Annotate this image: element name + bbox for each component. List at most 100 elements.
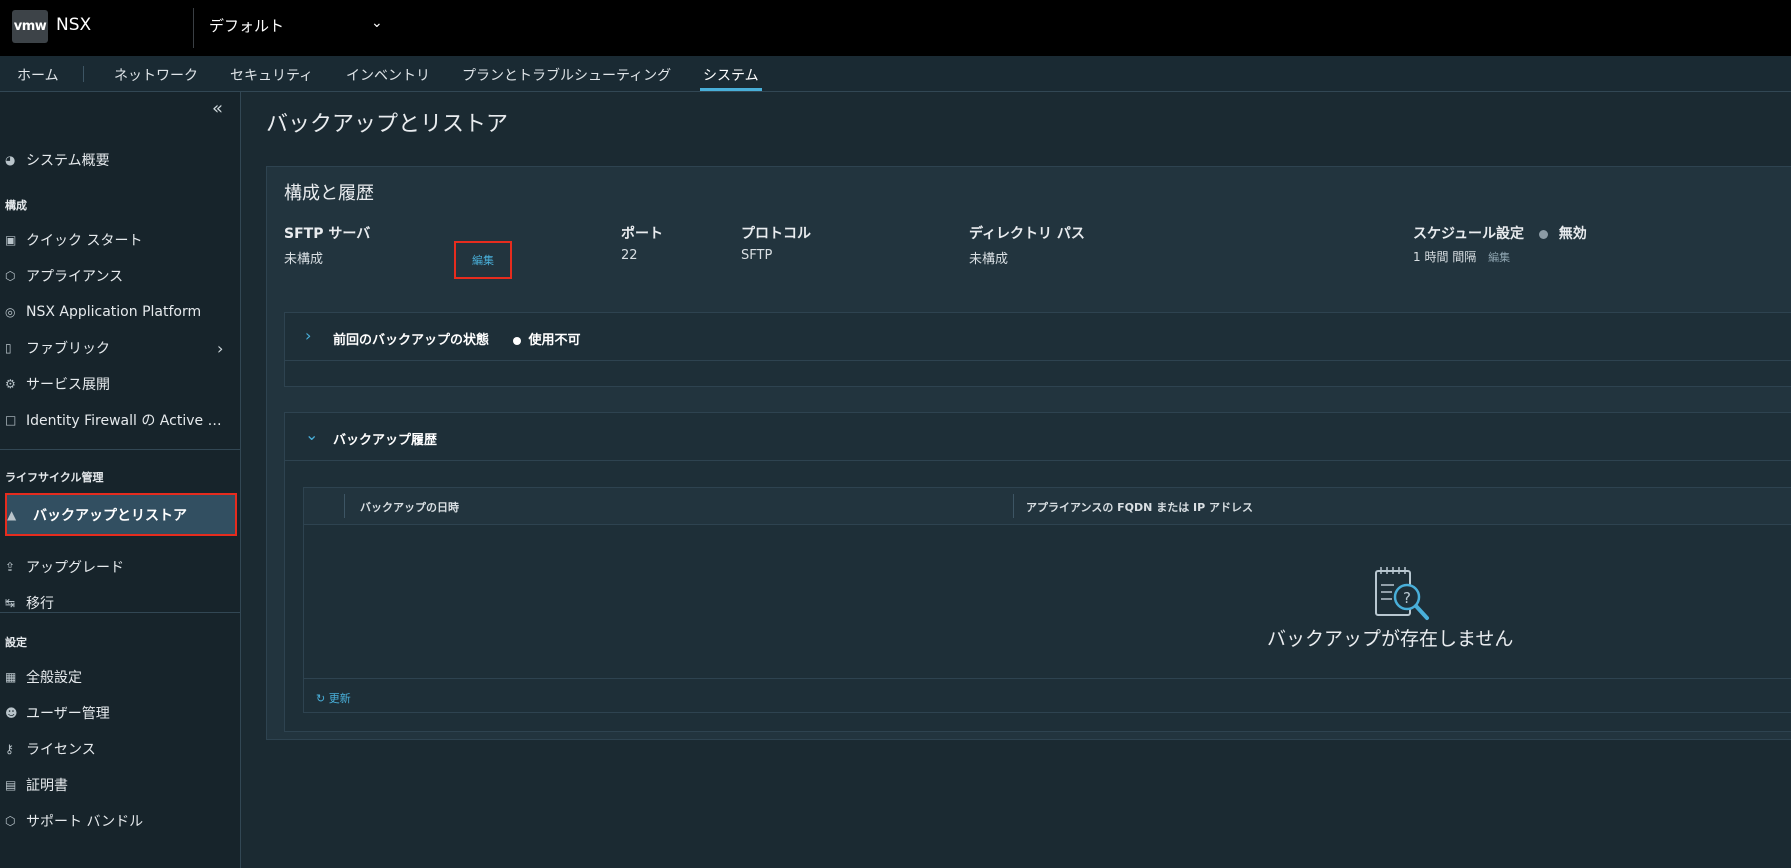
sidebar-item-fabric[interactable]: ▯ ファブリック › [0, 330, 241, 366]
sidebar-item-label: 全般設定 [26, 670, 82, 686]
port-label: ポート [621, 226, 663, 242]
nav-divider [83, 66, 84, 82]
schedule-label-text: スケジュール設定 [1413, 226, 1525, 242]
directory-path-label: ディレクトリ パス [969, 226, 1085, 242]
directory-path-value: 未構成 [969, 252, 1009, 267]
schedule-interval: 1 時間 間隔 [1413, 250, 1477, 264]
migrate-icon: ↹ [5, 596, 16, 610]
primary-nav: ホーム ネットワーク セキュリティ インベントリ プランとトラブルシューティング… [0, 56, 1791, 92]
chevron-down-icon: ⌄ [371, 15, 383, 31]
chevron-right-icon: › [305, 326, 312, 345]
last-backup-status-text: 使用不可 [528, 333, 581, 348]
nav-home[interactable]: ホーム [17, 65, 59, 85]
sidebar-item-certificates[interactable]: ▤ 証明書 [0, 767, 241, 803]
refresh-icon: ↻ [316, 692, 326, 705]
sidebar-item-general-settings[interactable]: ▦ 全般設定 [0, 659, 241, 695]
grid-footer: ↻ 更新 [304, 678, 1791, 714]
sidebar-item-quick-start[interactable]: ▣ クイック スタート [0, 222, 241, 258]
sidebar-item-label: ライセンス [26, 742, 96, 758]
schedule-label: スケジュール設定 無効 [1413, 223, 1587, 243]
cube-icon: ⬡ [5, 269, 16, 283]
edit-schedule-link[interactable]: 編集 [1488, 251, 1510, 264]
sidebar-item-label: ユーザー管理 [26, 706, 110, 722]
section-heading-config: 構成 [5, 199, 27, 212]
sidebar-item-license[interactable]: ⚷ ライセンス [0, 731, 241, 767]
dashboard-icon: ◕ [5, 153, 16, 167]
nav-network[interactable]: ネットワーク [114, 65, 198, 85]
backup-history-header[interactable]: ⌄ バックアップ履歴 [285, 413, 1791, 461]
column-header-datetime[interactable]: バックアップの日時 [360, 499, 459, 515]
collapse-sidebar-icon[interactable]: « [212, 98, 223, 119]
folder-icon: □ [5, 413, 17, 427]
chevron-right-icon: › [217, 338, 224, 358]
last-backup-title: 前回のバックアップの状態 [333, 333, 490, 348]
schedule-value: 1 時間 間隔 編集 [1413, 248, 1510, 265]
vmware-logo[interactable]: vmw [12, 10, 48, 43]
last-backup-header[interactable]: › 前回のバックアップの状態 使用不可 [285, 313, 1791, 361]
section-heading-lifecycle: ライフサイクル管理 [5, 471, 104, 484]
server-icon: ▯ [5, 341, 12, 355]
sidebar-item-identity-firewall[interactable]: □ Identity Firewall の Active Di... [0, 402, 241, 438]
schedule-status: 無効 [1558, 226, 1587, 242]
column-header-fqdn[interactable]: アプライアンスの FQDN または IP アドレス [1026, 499, 1253, 515]
certificate-icon: ▤ [5, 778, 17, 792]
platform-icon: ◎ [5, 305, 16, 319]
sidebar-item-upgrade[interactable]: ⇪ アップグレード [0, 549, 241, 585]
sidebar-divider [0, 449, 240, 450]
column-separator [344, 494, 345, 518]
sidebar-item-label: アップグレード [26, 560, 124, 576]
empty-state-text: バックアップが存在しません [1267, 628, 1514, 650]
edit-sftp-button[interactable]: 編集 [454, 241, 512, 279]
sidebar-item-label: クイック スタート [26, 233, 143, 249]
status-disabled-dot [1538, 229, 1548, 239]
edit-sftp-label: 編集 [472, 254, 494, 267]
nav-plan-troubleshoot[interactable]: プランとトラブルシューティング [462, 65, 671, 85]
header-divider [193, 8, 194, 48]
nav-inventory[interactable]: インベントリ [346, 65, 430, 85]
sidebar-item-label: NSX Application Platform [26, 304, 202, 320]
refresh-button[interactable]: ↻ 更新 [316, 690, 351, 706]
laptop-icon: ▣ [5, 233, 17, 247]
sidebar: « ◕ システム概要 構成 ▣ クイック スタート ⬡ アプライアンス ◎ NS… [0, 92, 241, 868]
sidebar-item-label: 移行 [26, 596, 54, 612]
card-title: 構成と履歴 [284, 183, 374, 204]
nav-active-indicator [700, 88, 762, 91]
context-select-value: デフォルト [209, 17, 285, 35]
grid-header: バックアップの日時 アプライアンスの FQDN または IP アドレス [304, 488, 1791, 525]
sidebar-item-migrate[interactable]: ↹ 移行 [0, 585, 241, 621]
refresh-label: 更新 [328, 692, 351, 705]
backup-icon: ▲ [7, 507, 17, 522]
backup-history-panel: ⌄ バックアップ履歴 バックアップの日時 アプライアンスの FQDN または I… [284, 412, 1791, 732]
sidebar-item-label: バックアップとリストア [33, 507, 187, 524]
chevron-down-icon: ⌄ [305, 425, 319, 444]
sidebar-item-backup-restore[interactable]: ▲ バックアップとリストア [5, 493, 237, 536]
sidebar-item-appliances[interactable]: ⬡ アプライアンス [0, 258, 241, 294]
sidebar-item-label: サービス展開 [26, 377, 110, 393]
settings-doc-icon: ▦ [5, 670, 17, 684]
empty-search-icon: ? [1375, 567, 1429, 620]
protocol-label: プロトコル [741, 226, 811, 242]
sftp-server-value: 未構成 [284, 252, 324, 267]
sidebar-item-label: Identity Firewall の Active Di... [26, 413, 226, 429]
sidebar-item-label: ファブリック [26, 341, 110, 357]
config-history-card: 構成と履歴 SFTP サーバ 未構成 編集 ポート 22 プロトコル SFTP … [266, 166, 1791, 740]
sidebar-item-system-overview[interactable]: ◕ システム概要 [0, 142, 241, 178]
backup-history-grid: バックアップの日時 アプライアンスの FQDN または IP アドレス ? バッ… [303, 487, 1791, 713]
nav-security[interactable]: セキュリティ [230, 65, 313, 85]
sidebar-item-service-deployment[interactable]: ⚙ サービス展開 [0, 366, 241, 402]
sidebar-item-label: サポート バンドル [26, 814, 144, 830]
service-icon: ⚙ [5, 377, 16, 391]
sidebar-item-label: システム概要 [26, 153, 110, 169]
context-select[interactable]: デフォルト ⌄ [209, 15, 389, 39]
sidebar-item-support-bundle[interactable]: ⬡ サポート バンドル [0, 803, 241, 839]
bundle-icon: ⬡ [5, 814, 16, 828]
users-icon: ☻ [5, 706, 18, 720]
sidebar-item-user-management[interactable]: ☻ ユーザー管理 [0, 695, 241, 731]
sidebar-item-label: アプライアンス [26, 269, 124, 285]
sidebar-item-nsx-app-platform[interactable]: ◎ NSX Application Platform [0, 294, 241, 330]
upgrade-icon: ⇪ [5, 560, 16, 574]
backup-history-title: バックアップ履歴 [333, 433, 438, 448]
last-backup-status: 使用不可 [513, 329, 581, 348]
nav-system[interactable]: システム [703, 65, 759, 85]
sidebar-divider [0, 612, 240, 613]
